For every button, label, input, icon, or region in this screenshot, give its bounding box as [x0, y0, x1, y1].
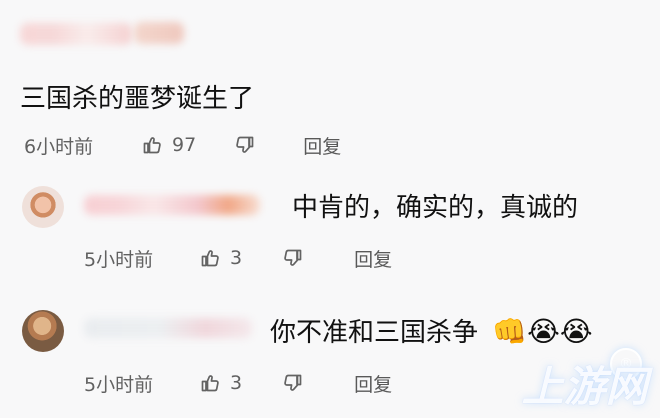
- blurred-username-tail: [134, 22, 184, 44]
- thumbs-down-icon: [281, 246, 305, 270]
- thumbs-up-icon: [140, 133, 164, 157]
- comment-text-3: 你不准和三国杀争 👊😭😭: [270, 315, 593, 348]
- blurred-reply-username-2: [84, 318, 252, 338]
- reply-button-2[interactable]: 回复: [354, 245, 392, 272]
- like-count-3: 3: [230, 372, 243, 394]
- avatar-reply-2: [22, 310, 64, 352]
- comment-text-3-main: 你不准和三国杀争: [270, 318, 479, 348]
- thumbs-down-icon: [281, 371, 305, 395]
- like-count-1: 97: [172, 134, 197, 156]
- comment-time-2: 5小时前: [84, 248, 154, 271]
- comment-meta-3: 5小时前 3 回复: [84, 369, 392, 397]
- like-count-2: 3: [230, 247, 243, 269]
- comment-time-3: 5小时前: [84, 373, 154, 396]
- comment-text-1: 三国杀的噩梦诞生了: [20, 84, 255, 114]
- reply-button-3[interactable]: 回复: [354, 370, 392, 397]
- blurred-username: [20, 23, 132, 45]
- comment-panel: 三国杀的噩梦诞生了 6小时前 97 回复 中肯的，确实的，真诚的 5小时前 3 …: [0, 0, 660, 418]
- watermark-text: 上游网: [519, 362, 658, 411]
- thumbs-up-icon: [198, 371, 222, 395]
- comment-meta-1: 6小时前 97 回复: [24, 131, 341, 159]
- comment-text-2: 中肯的，确实的，真诚的: [292, 193, 579, 223]
- comment-meta-2: 5小时前 3 回复: [84, 244, 392, 272]
- comment-emoji-3: 👊😭😭: [492, 315, 593, 348]
- thumbs-up-icon: [198, 246, 222, 270]
- like-button-1[interactable]: 97: [140, 133, 196, 157]
- thumbs-down-icon: [233, 133, 257, 157]
- comment-time-1: 6小时前: [24, 135, 94, 158]
- blurred-reply-username-1: [84, 195, 260, 215]
- like-button-3[interactable]: 3: [198, 371, 242, 395]
- dislike-button-2[interactable]: [281, 246, 305, 270]
- avatar-reply-1: [22, 186, 64, 228]
- reply-button-1[interactable]: 回复: [303, 132, 341, 159]
- like-button-2[interactable]: 3: [198, 246, 242, 270]
- dislike-button-1[interactable]: [233, 133, 257, 157]
- dislike-button-3[interactable]: [281, 371, 305, 395]
